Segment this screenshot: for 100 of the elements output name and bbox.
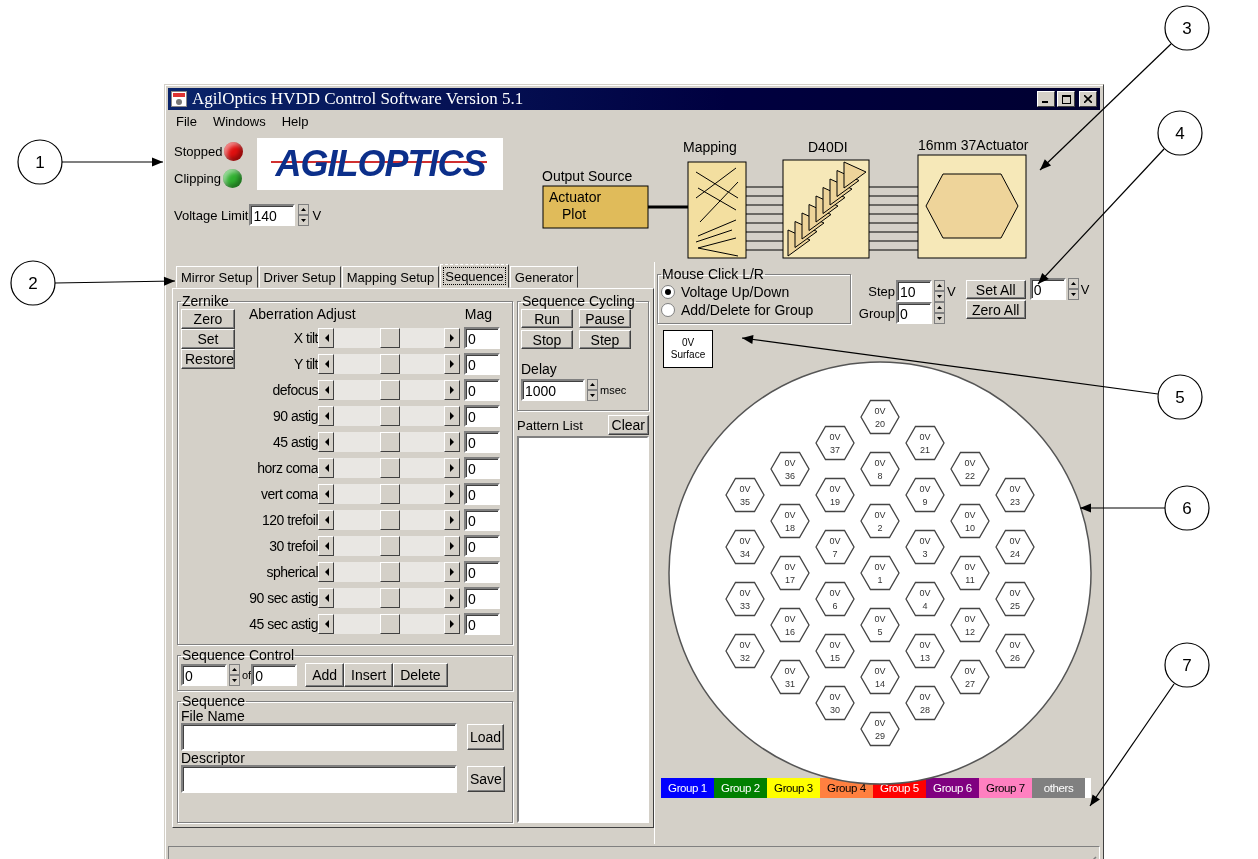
zero-all-button[interactable]: Zero All [965,300,1026,319]
actuator-hexagon[interactable]: 0V 20 [860,399,900,435]
spin-buttons[interactable] [229,664,240,686]
scroll-left-button[interactable] [318,510,334,530]
actuator-hexagon[interactable]: 0V 28 [905,685,945,721]
magnitude-field[interactable]: 0 [464,483,500,505]
actuator-hexagon[interactable]: 0V 2 [860,503,900,539]
clear-button[interactable]: Clear [607,415,649,435]
scroll-right-button[interactable] [444,536,460,556]
output-source-block[interactable]: Actuator Plot [542,185,649,229]
cycling-button[interactable]: Pause [579,309,631,328]
magnitude-field[interactable]: 0 [464,587,500,609]
cycling-button[interactable]: Run [521,309,573,328]
actuator-hexagon[interactable]: 0V 37 [815,425,855,461]
actuator-hexagon[interactable]: 0V 21 [905,425,945,461]
magnitude-field[interactable]: 0 [464,535,500,557]
actuator-hexagon[interactable]: 0V 18 [770,503,810,539]
slider-thumb[interactable] [380,458,400,478]
scroll-left-button[interactable] [318,354,334,374]
actuator-hexagon[interactable]: 0V 19 [815,477,855,513]
slider-thumb[interactable] [380,432,400,452]
actuator-hexagon[interactable]: 0V 29 [860,711,900,747]
group-field[interactable]: 0 [896,302,932,324]
scroll-left-button[interactable] [318,614,334,634]
cycling-button[interactable]: Stop [521,330,573,349]
spin-buttons[interactable] [934,302,945,324]
actuator-hexagon[interactable]: 0V 22 [950,451,990,487]
actuator-hexagon[interactable]: 0V 23 [995,477,1035,513]
actuator-hexagon[interactable]: 0V 33 [725,581,765,617]
file-name-field[interactable] [181,723,457,751]
magnitude-field[interactable]: 0 [464,561,500,583]
actuator-hexagon[interactable]: 0V 36 [770,451,810,487]
magnitude-field[interactable]: 0 [464,431,500,453]
scroll-right-button[interactable] [444,614,460,634]
group-legend-item[interactable]: Group 7 [979,778,1032,798]
descriptor-field[interactable] [181,765,457,793]
magnitude-field[interactable]: 0 [464,509,500,531]
magnitude-field[interactable]: 0 [464,353,500,375]
actuator-hexagon[interactable]: 0V 1 [860,555,900,591]
slider-thumb[interactable] [380,536,400,556]
driver-block[interactable] [782,159,870,259]
scroll-left-button[interactable] [318,406,334,426]
actuator-hexagon[interactable]: 0V 14 [860,659,900,695]
actuator-hexagon[interactable]: 0V 5 [860,607,900,643]
actuator-hexagon[interactable]: 0V 16 [770,607,810,643]
actuator-hexagon[interactable]: 0V 15 [815,633,855,669]
delay-field[interactable]: 1000 [521,379,585,401]
scroll-left-button[interactable] [318,484,334,504]
actuator-hexagon[interactable]: 0V 30 [815,685,855,721]
actuator-hexagon[interactable]: 0V 4 [905,581,945,617]
magnitude-field[interactable]: 0 [464,379,500,401]
group-legend-item[interactable]: Group 2 [714,778,767,798]
voltage-limit-field[interactable]: 140 [249,204,296,226]
tab[interactable]: Generator [509,266,579,288]
scroll-right-button[interactable] [444,458,460,478]
zernike-button[interactable]: Zero [181,309,235,329]
save-button[interactable]: Save [467,766,505,792]
actuator-hexagon[interactable]: 0V 6 [815,581,855,617]
slider-thumb[interactable] [380,380,400,400]
scroll-left-button[interactable] [318,328,334,348]
menu-item[interactable]: File [176,114,197,132]
scroll-right-button[interactable] [444,328,460,348]
slider-thumb[interactable] [380,562,400,582]
surface-button[interactable]: 0V Surface [663,330,713,368]
slider-thumb[interactable] [380,406,400,426]
set-all-button[interactable]: Set All [965,280,1026,299]
maximize-button[interactable] [1057,91,1075,107]
actuator-hexagon[interactable]: 0V 12 [950,607,990,643]
group-legend-item[interactable]: Group 1 [661,778,714,798]
sequence-index-field[interactable]: 0 [181,664,227,686]
scroll-right-button[interactable] [444,588,460,608]
slider-thumb[interactable] [380,328,400,348]
cycling-button[interactable]: Step [579,330,631,349]
actuator-hexagon[interactable]: 0V 17 [770,555,810,591]
all-voltage-field[interactable]: 0 [1029,278,1066,300]
actuator-hexagon[interactable]: 0V 8 [860,451,900,487]
actuator-hexagon[interactable]: 0V 25 [995,581,1035,617]
actuator-hexagon[interactable]: 0V 11 [950,555,990,591]
scroll-left-button[interactable] [318,536,334,556]
scroll-right-button[interactable] [444,380,460,400]
actuator-hexagon[interactable]: 0V 26 [995,633,1035,669]
close-button[interactable] [1079,91,1097,107]
scroll-right-button[interactable] [444,354,460,374]
actuator-hexagon[interactable]: 0V 3 [905,529,945,565]
scroll-right-button[interactable] [444,562,460,582]
magnitude-field[interactable]: 0 [464,457,500,479]
actuator-hexagon[interactable]: 0V 9 [905,477,945,513]
step-field[interactable]: 10 [896,280,932,302]
spin-buttons[interactable] [1067,278,1079,300]
zernike-button[interactable]: Set [181,329,235,349]
actuator-hexagon[interactable]: 0V 32 [725,633,765,669]
scroll-left-button[interactable] [318,432,334,452]
slider-thumb[interactable] [380,510,400,530]
spin-buttons[interactable] [587,379,598,401]
slider-thumb[interactable] [380,354,400,374]
spin-buttons[interactable] [934,280,945,302]
tab[interactable]: Mapping Setup [341,266,440,288]
slider-thumb[interactable] [380,484,400,504]
sequence-total-field[interactable]: 0 [251,664,298,686]
menu-item[interactable]: Windows [212,114,266,132]
